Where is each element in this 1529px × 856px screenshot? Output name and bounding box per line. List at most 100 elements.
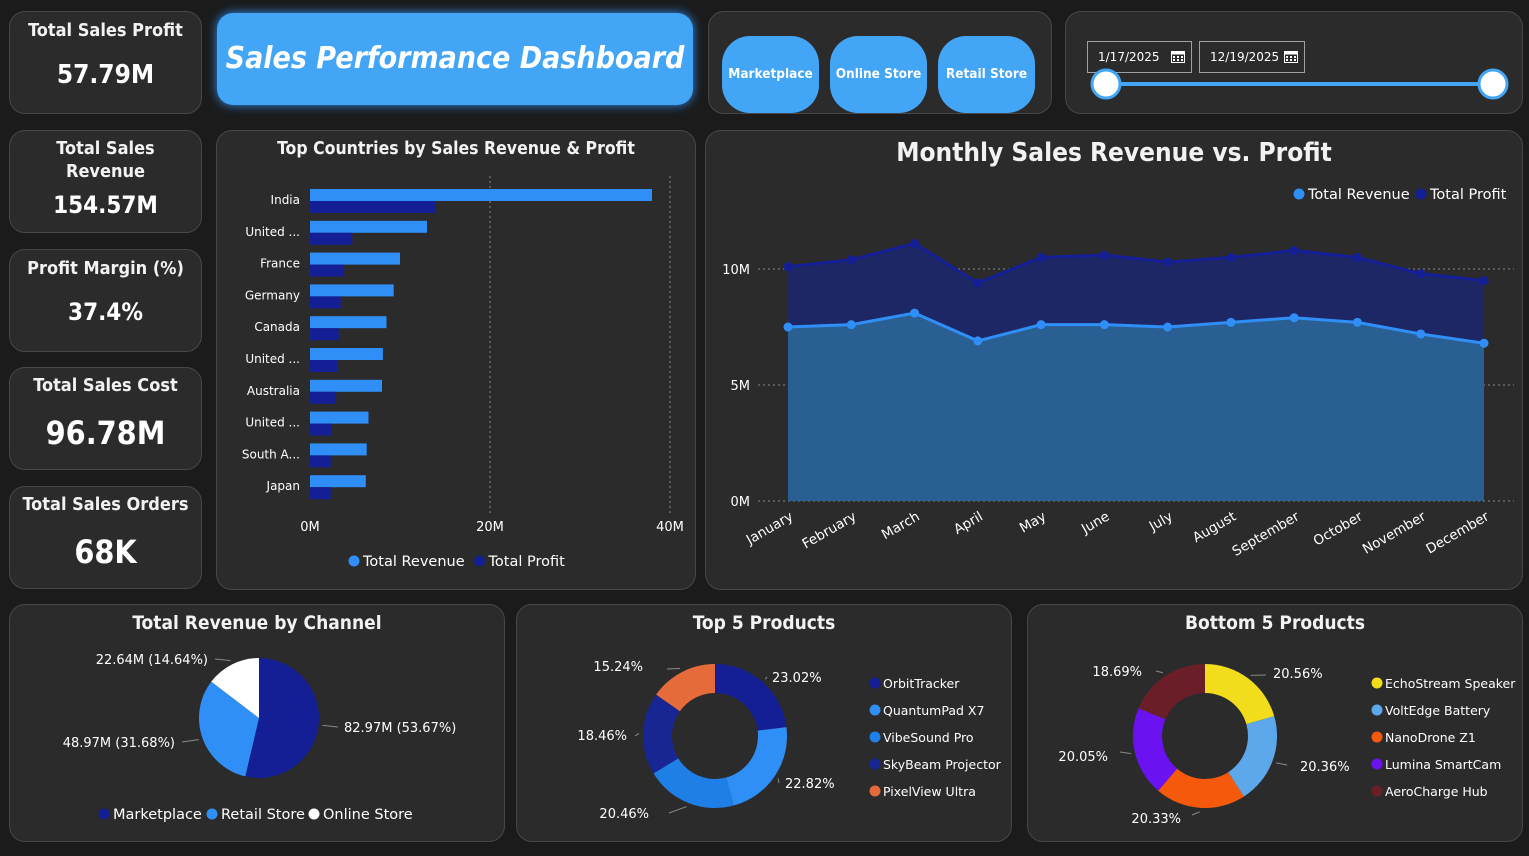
bar-revenue (310, 348, 383, 360)
data-point (1289, 245, 1299, 255)
x-tick-label: August (1190, 509, 1239, 546)
x-tick-label: September (1230, 508, 1303, 559)
x-tick-label: November (1360, 508, 1429, 557)
leader-line (1276, 762, 1288, 766)
data-label: 20.33% (1131, 812, 1181, 827)
legend-label: PixelView Ultra (883, 784, 976, 799)
top5-donut-chart: 23.02% 22.82% 20.46% 18.46% 15.24% OrbitTrack… (577, 660, 1001, 822)
x-tick-label: October (1311, 508, 1366, 549)
bar-revenue (310, 284, 394, 297)
x-tick-label: 40M (656, 520, 684, 535)
legend-marker (1293, 188, 1305, 200)
channel-button-online-store[interactable]: Online Store (830, 36, 927, 113)
category-label: United ... (245, 225, 300, 239)
leader-line (1155, 670, 1164, 674)
channel-pie-chart: 82.97M (53.67%) 48.97M (31.68%) 22.64M (14… (63, 653, 457, 823)
bar-revenue (310, 189, 652, 201)
bar-revenue (310, 220, 427, 233)
data-label: 20.36% (1300, 760, 1350, 775)
data-label: 18.69% (1092, 665, 1142, 680)
legend-marker (348, 555, 360, 567)
y-tick-label: 10M (722, 263, 750, 278)
monthly-area-chart: 0M 5M 10M January February March April May June J… (722, 187, 1514, 560)
data-label: 20.46% (599, 807, 649, 822)
x-tick-label: March (879, 509, 923, 543)
leader-line (214, 658, 231, 662)
data-point (973, 278, 983, 288)
leader-line (1191, 811, 1200, 816)
legend-label: Total Profit (1429, 187, 1507, 203)
data-label: 23.02% (772, 671, 822, 686)
x-tick-label: April (951, 509, 986, 538)
legend-label: VibeSound Pro (883, 730, 974, 745)
data-label: 15.24% (593, 660, 643, 675)
kpi-title-line1: Total Sales (56, 138, 155, 159)
data-point (1099, 320, 1109, 330)
legend-label: Marketplace (113, 807, 202, 823)
dashboard-title: Sales Performance Dashboard (225, 41, 685, 76)
legend-marker (1371, 704, 1383, 716)
leader-line (634, 733, 640, 737)
kpi-card-orders: Total Sales Orders 68K (9, 486, 202, 589)
bar-revenue (310, 475, 366, 488)
data-label: 82.97M (53.67%) (344, 721, 456, 736)
data-point (1352, 252, 1362, 262)
legend-label: OrbitTracker (883, 676, 960, 691)
x-tick-label: February (799, 509, 859, 553)
channel-button-marketplace[interactable]: Marketplace (722, 36, 819, 113)
x-tick-label: May (1017, 509, 1049, 537)
category-label: India (271, 193, 300, 207)
legend-marker (206, 808, 218, 820)
countries-bar-chart: 0M 20M 40M India United ... France Germany Cana… (242, 176, 684, 570)
data-label: 22.82% (785, 777, 835, 792)
data-point (973, 336, 983, 346)
legend-label: Total Revenue (1307, 187, 1410, 203)
data-point (783, 262, 793, 272)
data-point (783, 322, 793, 332)
slider-track (1106, 82, 1494, 86)
kpi-value: 57.79M (56, 60, 155, 90)
slice-aerocharge-hub (1138, 664, 1205, 720)
channel-slicer: Marketplace Online Store Retail Store (708, 11, 1052, 114)
data-label: 22.64M (14.64%) (96, 653, 208, 668)
legend-label: Total Revenue (362, 554, 465, 570)
bar-profit (310, 455, 331, 468)
kpi-title: Total Sales Orders (22, 494, 189, 515)
legend-marker (869, 704, 881, 716)
legend-marker (1371, 731, 1383, 743)
x-tick-label: 0M (300, 520, 320, 535)
date-range-slider[interactable] (1066, 12, 1524, 115)
data-point (1036, 252, 1046, 262)
area-profit (788, 313, 1484, 501)
legend-marker (1371, 785, 1383, 797)
kpi-value: 37.4% (68, 298, 143, 326)
x-tick-label: July (1146, 509, 1176, 536)
data-point (1352, 317, 1362, 327)
data-point (1416, 329, 1426, 339)
bar-profit (310, 201, 436, 213)
data-point (910, 238, 920, 248)
category-label: France (260, 257, 300, 271)
category-label: United ... (245, 416, 300, 430)
category-label: Japan (266, 479, 300, 493)
kpi-value: 96.78M (45, 414, 166, 452)
monthly-chart-panel: Monthly Sales Revenue vs. Profit 0M 5M 10M… (705, 130, 1523, 590)
top5-donut-panel: Top 5 Products 23.02% 22.82% 20.46% 18.46% 1… (516, 604, 1012, 842)
x-tick-label: December (1423, 508, 1492, 557)
bar-profit (310, 232, 353, 245)
data-label: 18.46% (577, 729, 627, 744)
y-tick-label: 5M (731, 379, 751, 394)
legend-label: Lumina SmartCam (1385, 757, 1501, 772)
kpi-title: Profit Margin (%) (27, 258, 184, 279)
slider-handle-start (1090, 68, 1122, 100)
data-point (1163, 257, 1173, 267)
x-tick-label: 20M (476, 520, 504, 535)
legend-marker (308, 808, 320, 820)
data-point (1226, 317, 1236, 327)
data-point (846, 255, 856, 265)
channel-button-retail-store[interactable]: Retail Store (938, 36, 1035, 113)
data-point (1163, 322, 1173, 332)
bar-revenue (310, 252, 400, 265)
bar-profit (310, 328, 339, 341)
leader-line (322, 724, 339, 728)
